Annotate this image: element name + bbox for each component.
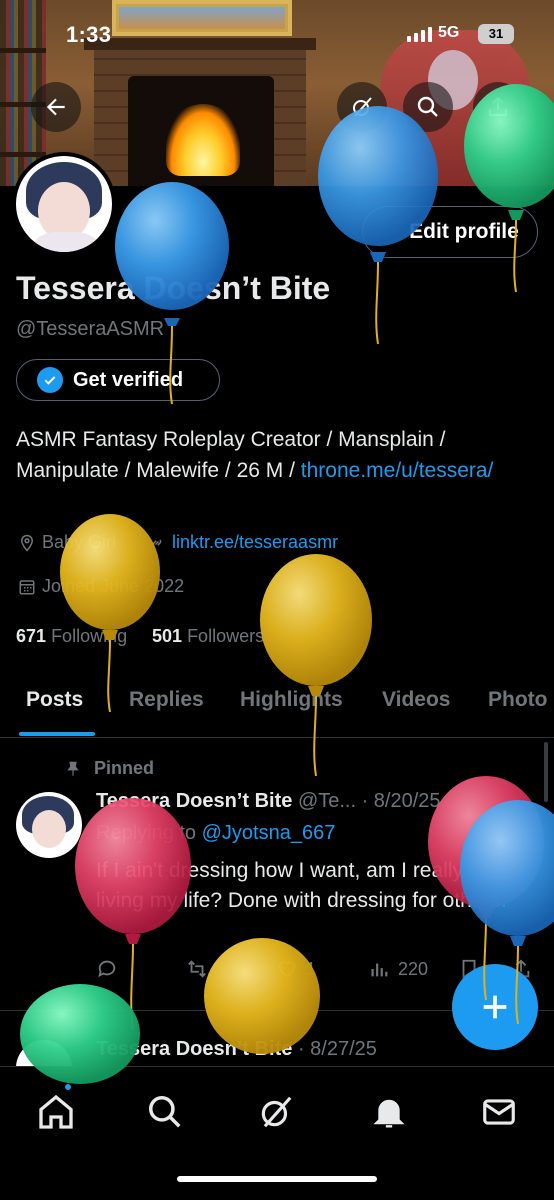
reply-context: Replying to @Jyotsna_667 <box>96 822 335 845</box>
following-link[interactable]: 671 Following <box>16 626 127 647</box>
get-verified-button[interactable]: Get verified <box>16 359 220 401</box>
repost-button[interactable] <box>186 958 208 980</box>
heart-icon <box>278 961 296 978</box>
verified-badge-icon <box>37 367 63 393</box>
pinned-indicator: Pinned <box>64 758 154 779</box>
post-author-name[interactable]: Tessera Doesn’t Bite <box>96 1038 292 1060</box>
reply-button[interactable] <box>96 958 118 980</box>
share-button[interactable] <box>473 82 523 132</box>
grok-button[interactable] <box>337 82 387 132</box>
grok-icon <box>353 97 372 117</box>
followers-link[interactable]: 501 Followers <box>152 626 264 647</box>
edit-profile-button[interactable]: Edit profile <box>362 206 538 258</box>
tab-posts[interactable]: Posts <box>26 688 83 712</box>
fire-art <box>166 104 240 176</box>
post-avatar[interactable] <box>16 792 82 858</box>
status-time: 1:33 <box>66 22 112 47</box>
post-author-name[interactable]: Tessera Doesn’t Bite <box>96 790 292 812</box>
views-button[interactable]: 220 <box>368 958 428 980</box>
home-icon <box>39 1094 73 1129</box>
bio-link[interactable]: throne.me/u/tessera/ <box>301 459 494 482</box>
home-indicator <box>177 1176 377 1182</box>
link-icon <box>152 539 162 546</box>
plus-icon <box>483 995 507 1019</box>
status-bar: 1:33 5G 31 <box>0 0 554 72</box>
nav-search[interactable] <box>142 1089 188 1135</box>
profile-location: Baby Girl <box>18 532 116 553</box>
network-label: 5G <box>438 24 460 41</box>
back-button[interactable] <box>31 82 81 132</box>
shelf-art <box>0 152 46 157</box>
grok-icon <box>261 1096 292 1128</box>
back-arrow-icon <box>46 98 65 116</box>
battery-icon: 31 <box>478 24 514 44</box>
profile-handle: @TesseraASMR <box>16 318 165 340</box>
post-header: Tessera Doesn’t Bite @Te... · 8/20/25 <box>96 790 441 813</box>
scrollbar[interactable] <box>544 742 548 802</box>
like-count: 1 <box>306 958 317 979</box>
search-button[interactable] <box>403 82 453 132</box>
home-notification-dot <box>63 1082 73 1092</box>
profile-joined: Joined June 2022 <box>18 576 184 597</box>
active-tab-indicator <box>19 732 95 736</box>
views-icon <box>371 963 388 977</box>
signal-icon <box>407 26 432 42</box>
following-label: Following <box>51 626 128 646</box>
website-link[interactable]: linktr.ee/tesseraasmr <box>172 532 338 553</box>
tab-videos[interactable]: Videos <box>382 688 450 712</box>
nav-messages[interactable] <box>476 1089 522 1135</box>
post-text[interactable]: If I ain't dressing how I want, am I rea… <box>96 856 516 916</box>
yellow-balloon <box>260 554 372 777</box>
reply-to-link[interactable]: @Jyotsna_667 <box>202 822 336 844</box>
nav-home[interactable] <box>33 1089 79 1135</box>
post-header: Tessera Doesn’t Bite · 8/27/25 <box>96 1038 377 1061</box>
messages-icon <box>483 1099 515 1125</box>
profile-tabs: Posts Replies Highlights Videos Photo <box>0 672 554 738</box>
avatar-face-art <box>32 810 66 848</box>
profile-avatar[interactable] <box>12 152 116 256</box>
post-handle-date: @Te... · 8/20/25 <box>297 790 441 812</box>
tab-replies[interactable]: Replies <box>129 688 204 712</box>
tab-highlights[interactable]: Highlights <box>240 688 343 712</box>
yellow-balloon <box>204 938 320 1054</box>
post-date: · 8/27/25 <box>297 1038 377 1060</box>
profile-display-name: Tessera Doesn’t Bite <box>16 270 331 306</box>
pin-icon <box>67 761 79 776</box>
repost-icon <box>188 960 206 978</box>
profile-bio: ASMR Fantasy Roleplay Creator / Mansplai… <box>16 424 536 486</box>
location-pin-icon <box>20 534 34 552</box>
profile-website[interactable]: linktr.ee/tesseraasmr <box>148 532 338 553</box>
nav-notifications[interactable] <box>366 1089 412 1135</box>
followers-count: 501 <box>152 626 183 646</box>
search-icon <box>417 96 438 117</box>
pinned-label: Pinned <box>94 758 155 778</box>
reply-prefix: Replying to <box>96 822 202 844</box>
followers-label: Followers <box>187 626 265 646</box>
share-icon <box>489 96 507 116</box>
view-count: 220 <box>398 958 429 979</box>
nav-grok[interactable] <box>253 1089 299 1135</box>
joined-text: Joined June 2022 <box>42 576 185 596</box>
tab-photos[interactable]: Photo <box>488 688 547 712</box>
calendar-icon <box>19 579 35 594</box>
search-icon <box>149 1096 181 1128</box>
avatar-shirt-art <box>26 232 106 252</box>
like-button[interactable]: 1 <box>276 958 316 980</box>
notifications-icon <box>373 1099 405 1128</box>
get-verified-label: Get verified <box>73 368 184 391</box>
following-count: 671 <box>16 626 47 646</box>
location-text: Baby Girl <box>42 532 117 552</box>
compose-post-button[interactable] <box>452 964 538 1050</box>
reply-icon <box>98 960 116 978</box>
